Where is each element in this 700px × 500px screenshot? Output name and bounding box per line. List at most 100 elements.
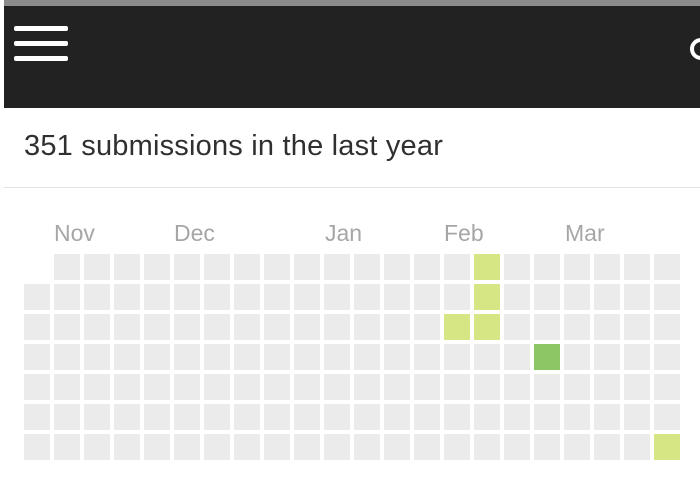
heatmap-cell — [624, 314, 650, 340]
heatmap-cell — [264, 404, 290, 430]
heatmap-cell — [534, 404, 560, 430]
heatmap-cell — [354, 344, 380, 370]
month-label-dec: Dec — [174, 220, 215, 246]
heatmap-cell — [144, 344, 170, 370]
heatmap-cell — [534, 254, 560, 280]
heatmap-cell — [414, 344, 440, 370]
hamburger-menu-icon[interactable] — [14, 24, 70, 68]
heatmap-cell — [474, 374, 500, 400]
heatmap-cell — [174, 374, 200, 400]
heatmap-cell — [84, 254, 110, 280]
heatmap-cell — [414, 284, 440, 310]
heatmap-cell — [174, 344, 200, 370]
search-icon-ring — [690, 38, 700, 60]
heatmap-cell — [54, 314, 80, 340]
heatmap-cell — [144, 404, 170, 430]
heatmap-cell — [234, 254, 260, 280]
heatmap-cell — [84, 284, 110, 310]
menu-line-top — [14, 26, 68, 31]
heatmap-cell — [24, 374, 50, 400]
heatmap-cell — [204, 404, 230, 430]
heatmap-cell — [624, 404, 650, 430]
heatmap-cell — [654, 344, 680, 370]
heatmap-cell — [594, 344, 620, 370]
heatmap-cell — [204, 374, 230, 400]
heatmap-cell — [84, 434, 110, 460]
submission-heatmap: Nov Dec Jan Feb Mar — [0, 188, 700, 500]
heatmap-cell — [144, 434, 170, 460]
month-label-jan: Jan — [325, 220, 363, 246]
heatmap-cell — [444, 434, 470, 460]
heatmap-cell — [294, 254, 320, 280]
heatmap-cell — [564, 344, 590, 370]
heatmap-cell — [444, 284, 470, 310]
heatmap-cell — [294, 404, 320, 430]
heatmap-cell — [474, 434, 500, 460]
heatmap-cell — [144, 314, 170, 340]
heatmap-cell — [504, 374, 530, 400]
month-label-feb: Feb — [444, 220, 484, 246]
heatmap-cell — [264, 344, 290, 370]
heatmap-cell — [564, 284, 590, 310]
menu-line-bottom — [14, 56, 68, 61]
heatmap-cell — [84, 404, 110, 430]
heatmap-cell — [204, 344, 230, 370]
heatmap-cell — [534, 314, 560, 340]
heatmap-cell — [504, 254, 530, 280]
heatmap-cell — [24, 434, 50, 460]
month-label-nov: Nov — [54, 220, 95, 246]
heatmap-cell — [564, 374, 590, 400]
heatmap-cell — [54, 434, 80, 460]
heatmap-cell — [414, 404, 440, 430]
heatmap-cell — [54, 284, 80, 310]
heatmap-cell — [144, 284, 170, 310]
heatmap-cell-active — [474, 254, 500, 280]
heatmap-cell — [204, 284, 230, 310]
submission-count-title: 351 submissions in the last year — [24, 130, 444, 162]
heatmap-cell — [384, 434, 410, 460]
heatmap-cell — [54, 344, 80, 370]
heatmap-cell — [174, 434, 200, 460]
heatmap-cell — [174, 284, 200, 310]
heatmap-cell — [324, 434, 350, 460]
heatmap-cell — [624, 374, 650, 400]
heatmap-cell — [264, 284, 290, 310]
heatmap-cell — [114, 314, 140, 340]
heatmap-cell — [294, 344, 320, 370]
heatmap-cell — [114, 434, 140, 460]
heatmap-cell — [594, 434, 620, 460]
heatmap-cell — [414, 374, 440, 400]
heatmap-cell — [174, 314, 200, 340]
heatmap-cell — [324, 374, 350, 400]
heatmap-cell — [444, 404, 470, 430]
heatmap-cell — [324, 284, 350, 310]
heatmap-cell — [354, 284, 380, 310]
heatmap-cell — [84, 374, 110, 400]
heatmap-cell — [114, 404, 140, 430]
heatmap-cell — [354, 404, 380, 430]
heatmap-cell — [384, 374, 410, 400]
heatmap-cell — [594, 374, 620, 400]
heatmap-cell — [504, 404, 530, 430]
heatmap-cell — [234, 344, 260, 370]
heatmap-cell — [564, 254, 590, 280]
submission-summary: 351 submissions in the last year — [4, 108, 700, 188]
heatmap-cell — [264, 374, 290, 400]
heatmap-cell — [624, 284, 650, 310]
heatmap-cell — [384, 254, 410, 280]
heatmap-cell — [444, 344, 470, 370]
heatmap-cell — [504, 284, 530, 310]
search-icon[interactable] — [690, 38, 700, 72]
heatmap-cell — [24, 344, 50, 370]
heatmap-cell — [204, 434, 230, 460]
heatmap-cell — [534, 284, 560, 310]
heatmap-cell — [474, 404, 500, 430]
heatmap-cell — [114, 254, 140, 280]
heatmap-cell — [174, 404, 200, 430]
heatmap-cell — [264, 434, 290, 460]
heatmap-cell-active — [534, 344, 560, 370]
heatmap-cell — [174, 254, 200, 280]
heatmap-cell — [54, 374, 80, 400]
heatmap-cell — [564, 314, 590, 340]
heatmap-cell — [414, 314, 440, 340]
